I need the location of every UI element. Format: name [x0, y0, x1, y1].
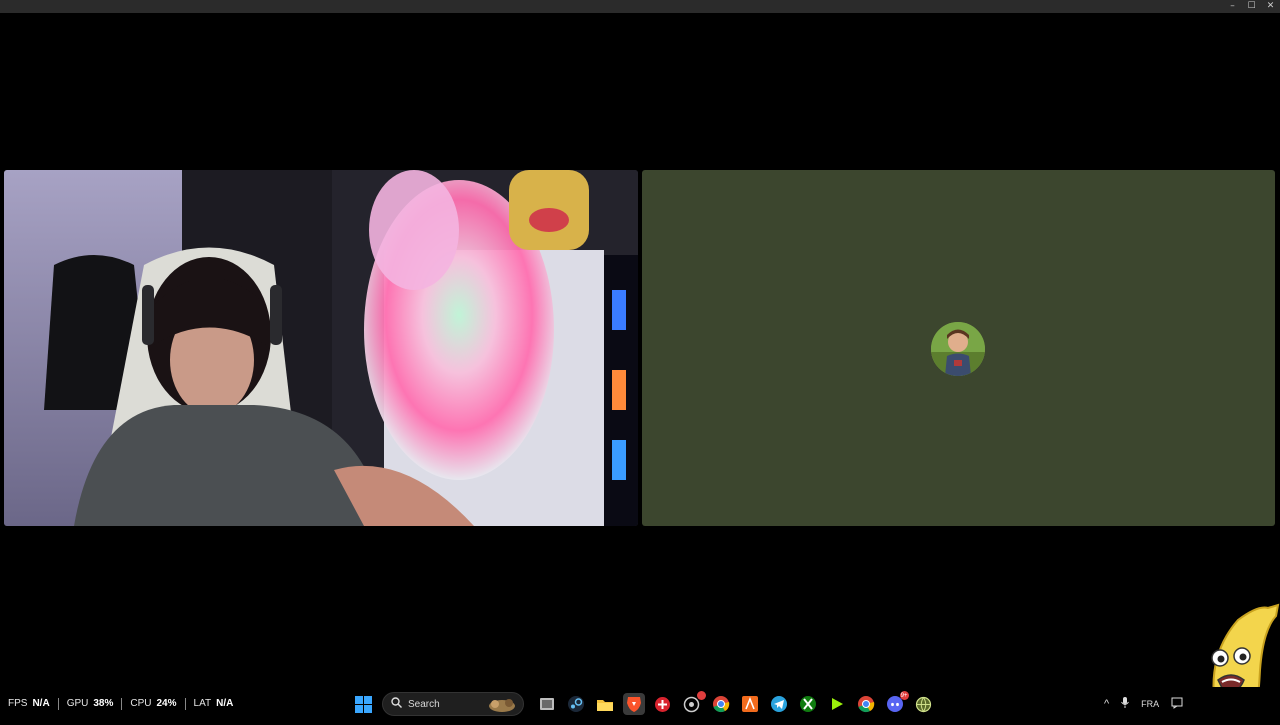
window-titlebar: – ☐ ✕ — [0, 0, 1280, 13]
taskbar-search-box[interactable]: Search — [382, 692, 524, 716]
taskbar-apps: Search 9+ — [349, 691, 938, 717]
latency-label: LAT — [193, 698, 212, 709]
cpu-label: CPU — [130, 698, 152, 709]
start-icon[interactable] — [353, 693, 375, 715]
notification-center-icon[interactable] — [1171, 697, 1183, 711]
search-highlight-icon — [487, 697, 517, 718]
latency-value: N/A — [216, 698, 234, 709]
discord-notification-badge: 9+ — [899, 691, 909, 700]
close-button[interactable]: ✕ — [1261, 0, 1280, 13]
fps-label: FPS — [8, 698, 28, 709]
fps-value: N/A — [32, 698, 50, 709]
search-label: Search — [408, 698, 440, 710]
webcam-feed-image — [4, 170, 638, 526]
microphone-icon[interactable] — [1121, 697, 1130, 710]
steam-icon[interactable] — [565, 693, 587, 715]
file-explorer-icon[interactable] — [594, 693, 616, 715]
chrome-icon-2[interactable] — [855, 693, 877, 715]
participant-avatar-tile[interactable] — [642, 170, 1275, 526]
gpu-label: GPU — [66, 698, 89, 709]
notification-badge — [696, 691, 706, 700]
app-red-icon[interactable] — [652, 693, 674, 715]
cpu-value: 24% — [156, 698, 177, 709]
minimize-button[interactable]: – — [1223, 0, 1242, 13]
language-indicator[interactable]: FRA — [1141, 699, 1159, 709]
fps-stat: FPS N/A — [8, 698, 58, 709]
discord-icon[interactable]: 9+ — [884, 691, 909, 715]
telegram-icon[interactable] — [768, 693, 790, 715]
latency-stat: LAT N/A — [186, 698, 242, 709]
app-settings-icon[interactable] — [681, 691, 706, 715]
performance-stats: FPS N/A GPU 38% CPU 24% LAT N/A — [8, 687, 241, 720]
cpu-stat: CPU 24% — [122, 698, 184, 709]
window-controls: – ☐ ✕ — [1223, 0, 1280, 13]
gpu-stat: GPU 38% — [59, 698, 122, 709]
show-hidden-icons-button[interactable]: ^ — [1104, 698, 1109, 710]
search-icon — [391, 695, 402, 713]
brave-icon[interactable] — [622, 693, 645, 715]
participant-avatar[interactable] — [931, 322, 985, 376]
maximize-button[interactable]: ☐ — [1242, 0, 1261, 13]
xbox-icon[interactable] — [797, 693, 819, 715]
webcam-video-tile[interactable] — [4, 170, 638, 526]
app-globe-icon[interactable] — [913, 693, 935, 715]
gpu-value: 38% — [93, 698, 114, 709]
app-orange-icon[interactable] — [739, 693, 761, 715]
avatar-image — [931, 322, 985, 376]
taskbar: FPS N/A GPU 38% CPU 24% LAT N/A Search 9… — [0, 687, 1280, 720]
system-tray: ^ FRA — [1104, 687, 1195, 720]
game-pass-icon[interactable] — [826, 693, 848, 715]
chrome-icon[interactable] — [710, 693, 732, 715]
task-view-icon[interactable] — [536, 693, 558, 715]
